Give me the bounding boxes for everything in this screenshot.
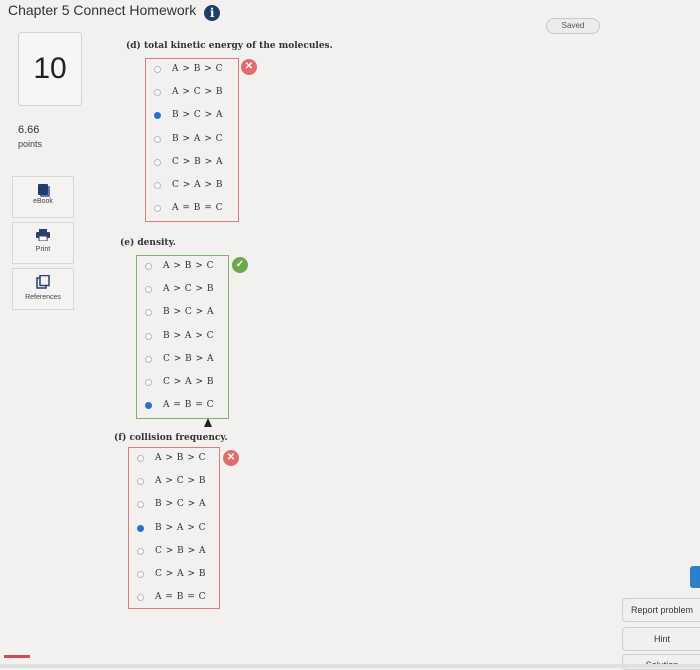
bottom-bar bbox=[0, 664, 700, 668]
option-row[interactable]: B > C > A bbox=[146, 105, 238, 128]
option-row[interactable]: A > C > B bbox=[129, 471, 219, 494]
option-row[interactable]: A = B = C bbox=[137, 395, 228, 418]
radio-button[interactable] bbox=[145, 378, 152, 386]
incorrect-icon: ✕ bbox=[223, 450, 239, 466]
option-label: A > B > C bbox=[172, 64, 224, 74]
progress-indicator bbox=[4, 655, 30, 658]
radio-button[interactable] bbox=[145, 263, 152, 270]
option-row[interactable]: A > B > C bbox=[129, 448, 219, 471]
option-label: C > B > A bbox=[163, 353, 215, 364]
side-panel-tab[interactable] bbox=[690, 566, 700, 588]
hint-button[interactable]: Hint bbox=[622, 627, 700, 651]
ebook-button[interactable]: eBook bbox=[12, 176, 74, 218]
option-label: B > A > C bbox=[163, 330, 215, 341]
option-label: A > C > B bbox=[163, 284, 215, 295]
radio-button[interactable] bbox=[154, 89, 161, 97]
option-label: A > C > B bbox=[172, 87, 224, 98]
part-d-title: (d) total kinetic energy of the molecule… bbox=[126, 41, 333, 51]
radio-button[interactable] bbox=[154, 112, 161, 120]
option-row[interactable]: B > A > C bbox=[146, 129, 238, 152]
references-button[interactable]: References bbox=[12, 268, 74, 310]
print-label: Print bbox=[35, 246, 51, 253]
option-label: C > A > B bbox=[155, 568, 207, 579]
option-row[interactable]: A > C > B bbox=[146, 82, 238, 105]
option-label: A > C > B bbox=[155, 476, 207, 487]
radio-button[interactable] bbox=[154, 205, 161, 213]
option-row[interactable]: B > C > A bbox=[129, 494, 219, 517]
radio-button[interactable] bbox=[145, 402, 152, 410]
part-e-options: A > B > C A > C > B B > C > A B > A > C … bbox=[136, 255, 229, 419]
radio-button[interactable] bbox=[154, 158, 161, 166]
option-label: B > C > A bbox=[172, 110, 224, 121]
mouse-cursor bbox=[204, 418, 212, 427]
info-icon[interactable]: i bbox=[204, 5, 221, 21]
report-problem-button[interactable]: Report problem bbox=[622, 598, 700, 622]
option-label: B > A > C bbox=[172, 133, 224, 144]
option-row[interactable]: C > B > A bbox=[129, 541, 219, 564]
radio-button[interactable] bbox=[145, 286, 152, 294]
option-label: A = B = C bbox=[172, 203, 224, 214]
option-row[interactable]: B > C > A bbox=[137, 302, 228, 325]
ebook-label: eBook bbox=[33, 198, 53, 205]
option-label: B > C > A bbox=[163, 307, 215, 318]
correct-check-icon: ✓ bbox=[232, 257, 248, 273]
points-label: points bbox=[18, 139, 43, 149]
page-title: Chapter 5 Connect Homework i bbox=[8, 2, 221, 21]
radio-button[interactable] bbox=[137, 594, 144, 602]
points-value: 6.66 bbox=[18, 124, 40, 136]
option-label: A = B = C bbox=[163, 400, 215, 411]
references-label: References bbox=[25, 294, 61, 301]
option-label: B > C > A bbox=[155, 499, 207, 510]
option-label: C > B > A bbox=[172, 156, 224, 167]
radio-button[interactable] bbox=[154, 181, 161, 189]
option-row[interactable]: A > C > B bbox=[137, 279, 228, 302]
radio-button[interactable] bbox=[154, 135, 161, 143]
references-icon bbox=[13, 274, 73, 292]
option-label: C > A > B bbox=[163, 376, 215, 387]
question-number: 10 bbox=[18, 32, 82, 106]
option-row[interactable]: B > A > C bbox=[129, 518, 219, 541]
radio-button[interactable] bbox=[137, 501, 144, 509]
part-f-title: (f) collision frequency. bbox=[114, 433, 228, 443]
option-row[interactable]: C > A > B bbox=[146, 175, 238, 198]
option-row[interactable]: A > B > C bbox=[137, 256, 228, 279]
radio-button[interactable] bbox=[154, 66, 161, 73]
incorrect-icon: ✕ bbox=[241, 59, 257, 75]
option-label: A > B > C bbox=[155, 453, 207, 463]
option-label: C > A > B bbox=[172, 179, 224, 190]
book-icon bbox=[38, 184, 48, 195]
option-label: C > B > A bbox=[155, 545, 207, 556]
radio-button[interactable] bbox=[137, 524, 144, 532]
radio-button[interactable] bbox=[137, 570, 144, 578]
option-label: A > B > C bbox=[163, 261, 215, 271]
option-row[interactable]: C > A > B bbox=[137, 372, 228, 395]
option-label: A = B = C bbox=[155, 592, 207, 603]
option-row[interactable]: C > B > A bbox=[146, 152, 238, 175]
part-d-options: A > B > C A > C > B B > C > A B > A > C … bbox=[145, 58, 239, 222]
saved-status-badge: Saved bbox=[546, 18, 600, 34]
option-row[interactable]: B > A > C bbox=[137, 326, 228, 349]
radio-button[interactable] bbox=[145, 309, 152, 317]
option-row[interactable]: A > B > C bbox=[146, 59, 238, 82]
option-row[interactable]: C > A > B bbox=[129, 564, 219, 587]
radio-button[interactable] bbox=[137, 455, 144, 462]
part-f-options: A > B > C A > C > B B > C > A B > A > C … bbox=[128, 447, 220, 609]
page-title-text: Chapter 5 Connect Homework bbox=[8, 2, 197, 18]
option-label: B > A > C bbox=[155, 522, 207, 533]
option-row[interactable]: A = B = C bbox=[129, 587, 219, 610]
radio-button[interactable] bbox=[137, 547, 144, 555]
option-row[interactable]: A = B = C bbox=[146, 198, 238, 221]
radio-button[interactable] bbox=[137, 478, 144, 486]
radio-button[interactable] bbox=[145, 332, 152, 340]
printer-icon bbox=[13, 229, 73, 244]
radio-button[interactable] bbox=[145, 355, 152, 363]
print-button[interactable]: Print bbox=[12, 222, 74, 264]
option-row[interactable]: C > B > A bbox=[137, 349, 228, 372]
part-e-title: (e) density. bbox=[120, 238, 176, 248]
